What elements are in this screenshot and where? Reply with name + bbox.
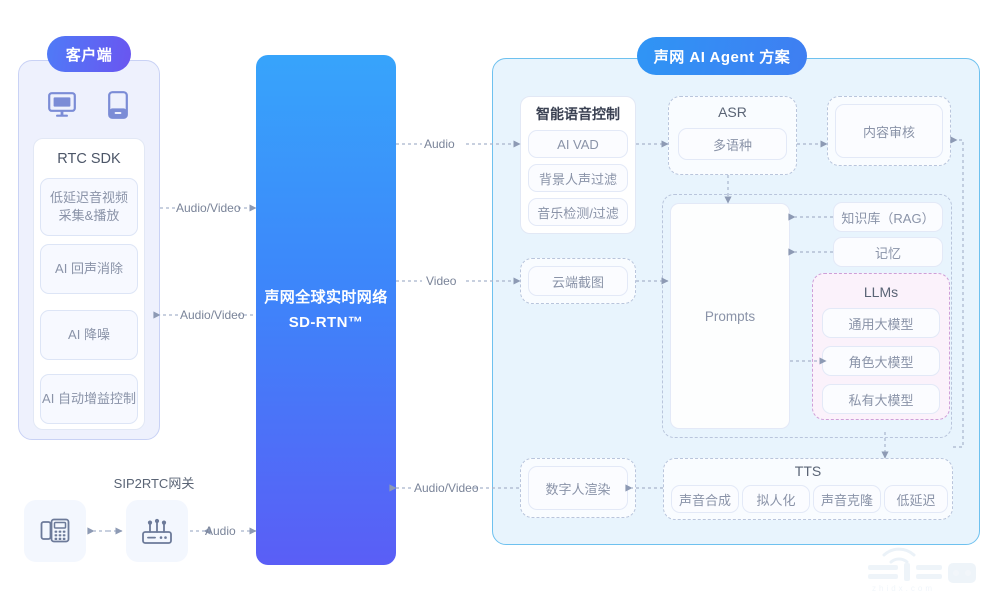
network-line-2: SD-RTN™ (288, 314, 364, 331)
sd-rtn-column: 声网全球实时网络 SD-RTN™ (256, 55, 396, 565)
connector-label-gateway-audio: Audio (205, 524, 236, 538)
desk-phone-icon (40, 518, 70, 543)
llms-title: LLMs (863, 284, 899, 300)
llm-item-1: 角色大模型 (822, 346, 940, 376)
sdk-item-2: AI 降噪 (40, 310, 138, 360)
voice-control-item-2: 音乐检测/过滤 (528, 198, 628, 226)
network-line-1: 声网全球实时网络 (264, 288, 388, 306)
voice-control-item-0: AI VAD (528, 130, 628, 158)
knowledge-item-0: 知识库（RAG） (833, 202, 943, 232)
moderation-box: 内容审核 (835, 104, 943, 158)
diagram-canvas: 客户端 RTC SDK 低延迟音视频 采集&播放 AI 回声消除 AI 降噪 A… (0, 0, 1000, 600)
agent-title-pill: 声网 AI Agent 方案 (637, 37, 807, 75)
mobile-icon (108, 91, 128, 124)
watermark-domain: zhidx.com (872, 584, 935, 593)
sdk-item-3: AI 自动增益控制 (40, 374, 138, 424)
tts-item-1: 拟人化 (742, 485, 810, 513)
asr-title: ASR (718, 104, 747, 120)
client-title: 客户端 (65, 46, 113, 64)
tts-item-0: 声音合成 (671, 485, 739, 513)
avatar-box: 数字人渲染 (528, 466, 628, 510)
watermark: zhidx.com (862, 541, 984, 598)
knowledge-item-1: 记忆 (833, 237, 943, 267)
desk-phone-tile (24, 500, 86, 562)
client-title-pill: 客户端 (47, 36, 131, 72)
llm-item-2: 私有大模型 (822, 384, 940, 414)
agent-title: 声网 AI Agent 方案 (653, 48, 791, 66)
gateway-title: SIP2RTC网关 (113, 475, 195, 491)
sdk-item-1: AI 回声消除 (40, 244, 138, 294)
voice-control-item-1: 背景人声过滤 (528, 164, 628, 192)
connector-label-client-av-top: Audio/Video (176, 201, 241, 215)
rtc-sdk-title: RTC SDK (57, 151, 121, 167)
connector-label-rtn-video: Video (426, 274, 457, 288)
connector-label-rtn-av-bottom: Audio/Video (414, 481, 479, 495)
llm-item-0: 通用大模型 (822, 308, 940, 338)
connector-label-client-av-bottom: Audio/Video (180, 308, 245, 322)
tts-title: TTS (794, 463, 822, 479)
router-icon (142, 518, 172, 544)
prompts-box: Prompts (670, 203, 790, 429)
tts-item-3: 低延迟 (884, 485, 948, 513)
connector-label-rtn-audio: Audio (424, 137, 455, 151)
tts-item-2: 声音克隆 (813, 485, 881, 513)
router-tile (126, 500, 188, 562)
voice-control-title: 智能语音控制 (536, 106, 620, 122)
asr-item-0: 多语种 (678, 128, 787, 160)
screenshot-box: 云端截图 (528, 266, 628, 296)
sdk-item-0: 低延迟音视频 采集&播放 (40, 178, 138, 236)
desktop-icon (48, 92, 76, 123)
